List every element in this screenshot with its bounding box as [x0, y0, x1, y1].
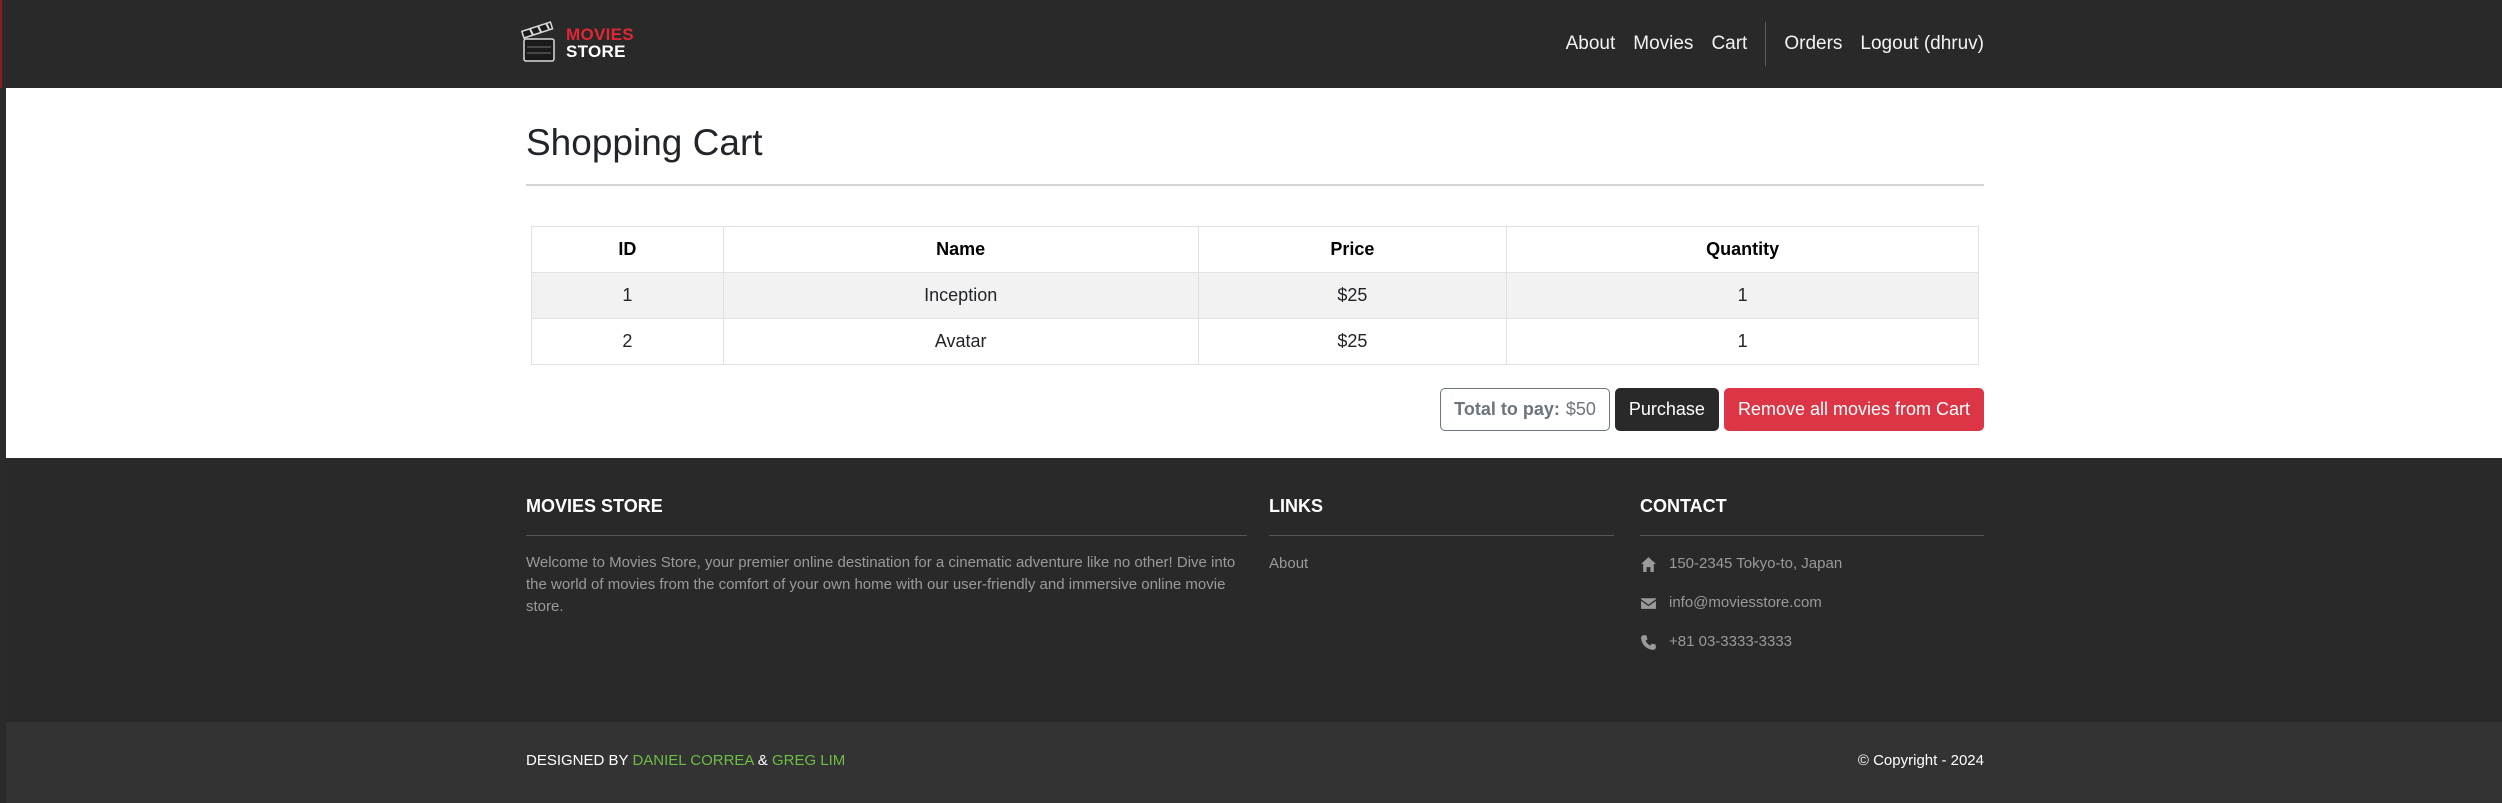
ampersand: &	[757, 752, 768, 769]
main-nav: About Movies Cart Orders Logout (dhruv)	[1548, 0, 1984, 88]
table-header-row: ID Name Price Quantity	[531, 226, 1979, 273]
column-header-name: Name	[722, 226, 1199, 273]
contact-address: 150-2345 Tokyo-to, Japan	[1640, 553, 1984, 575]
clapperboard-icon	[520, 21, 555, 62]
page-title: Shopping Cart	[526, 122, 763, 163]
navbar	[6, 0, 2502, 88]
cell-quantity: 1	[1506, 272, 1979, 319]
footer-divider	[526, 535, 1247, 536]
contact-email: info@moviesstore.com	[1640, 592, 1984, 614]
table-row: 1 Inception $25 1	[531, 272, 1979, 319]
home-icon	[1641, 556, 1656, 572]
cell-price: $25	[1197, 272, 1508, 319]
cell-name: Avatar	[722, 318, 1199, 365]
cell-price: $25	[1197, 318, 1508, 365]
cell-name: Inception	[722, 272, 1199, 319]
column-header-price: Price	[1197, 226, 1508, 273]
total-to-pay: Total to pay: $50	[1440, 388, 1610, 431]
nav-about[interactable]: About	[1566, 33, 1616, 55]
contact-email-text: info@moviesstore.com	[1669, 594, 1822, 611]
contact-phone-text: +81 03-3333-3333	[1669, 633, 1793, 650]
footer-divider	[1269, 535, 1614, 536]
table-row: 2 Avatar $25 1	[531, 318, 1979, 365]
total-label: Total to pay:	[1454, 399, 1560, 419]
copyright-bar: DESIGNED BY DANIEL CORREA & GREG LIM © C…	[6, 722, 2502, 803]
contact-address-text: 150-2345 Tokyo-to, Japan	[1669, 555, 1843, 572]
footer-store-text: Welcome to Movies Store, your premier on…	[526, 554, 1236, 615]
footer-links-column: LINKS About	[1269, 496, 1614, 575]
cart-actions: Total to pay: $50 Purchase Remove all mo…	[1440, 388, 1984, 431]
footer-store-heading: MOVIES STORE	[526, 496, 663, 516]
brand-logo[interactable]: MOVIES STORE	[520, 19, 634, 67]
column-header-quantity: Quantity	[1506, 226, 1979, 273]
purchase-button[interactable]: Purchase	[1614, 388, 1719, 431]
title-divider	[526, 184, 1984, 186]
nav-movies[interactable]: Movies	[1633, 33, 1693, 55]
footer-links-heading: LINKS	[1269, 496, 1323, 516]
author-link-daniel[interactable]: DANIEL CORREA	[632, 752, 753, 769]
footer-store-column: MOVIES STORE Welcome to Movies Store, yo…	[526, 496, 1247, 618]
cell-id: 1	[531, 272, 724, 319]
footer-contact-column: CONTACT 150-2345 Tokyo-to, Japan info@mo…	[1640, 496, 1984, 653]
total-value: $50	[1565, 399, 1596, 419]
nav-logout[interactable]: Logout (dhruv)	[1860, 33, 1984, 55]
cell-quantity: 1	[1506, 318, 1979, 365]
envelope-icon	[1641, 597, 1656, 609]
contact-phone: +81 03-3333-3333	[1640, 631, 1984, 653]
nav-divider	[1765, 22, 1767, 66]
footer-divider	[1640, 535, 1984, 536]
brand-text: MOVIES STORE	[566, 26, 634, 60]
brand-line2: STORE	[566, 42, 626, 61]
brand-line1: MOVIES	[566, 25, 634, 44]
copyright-text: © Copyright - 2024	[1857, 752, 1984, 769]
nav-orders[interactable]: Orders	[1784, 33, 1842, 55]
author-link-greg[interactable]: GREG LIM	[772, 752, 845, 769]
designed-by: DESIGNED BY DANIEL CORREA & GREG LIM	[526, 752, 845, 769]
footer-contact-heading: CONTACT	[1640, 496, 1727, 516]
footer-link-about[interactable]: About	[1269, 553, 1614, 575]
nav-cart[interactable]: Cart	[1711, 33, 1747, 55]
cell-id: 2	[531, 318, 724, 365]
designed-by-label: DESIGNED BY	[526, 752, 629, 769]
remove-all-button[interactable]: Remove all movies from Cart	[1723, 388, 1984, 431]
footer: MOVIES STORE Welcome to Movies Store, yo…	[6, 458, 2502, 722]
cart-table: ID Name Price Quantity 1 Inception $25 1…	[531, 226, 1979, 365]
phone-icon	[1641, 634, 1656, 650]
column-header-id: ID	[531, 226, 724, 273]
